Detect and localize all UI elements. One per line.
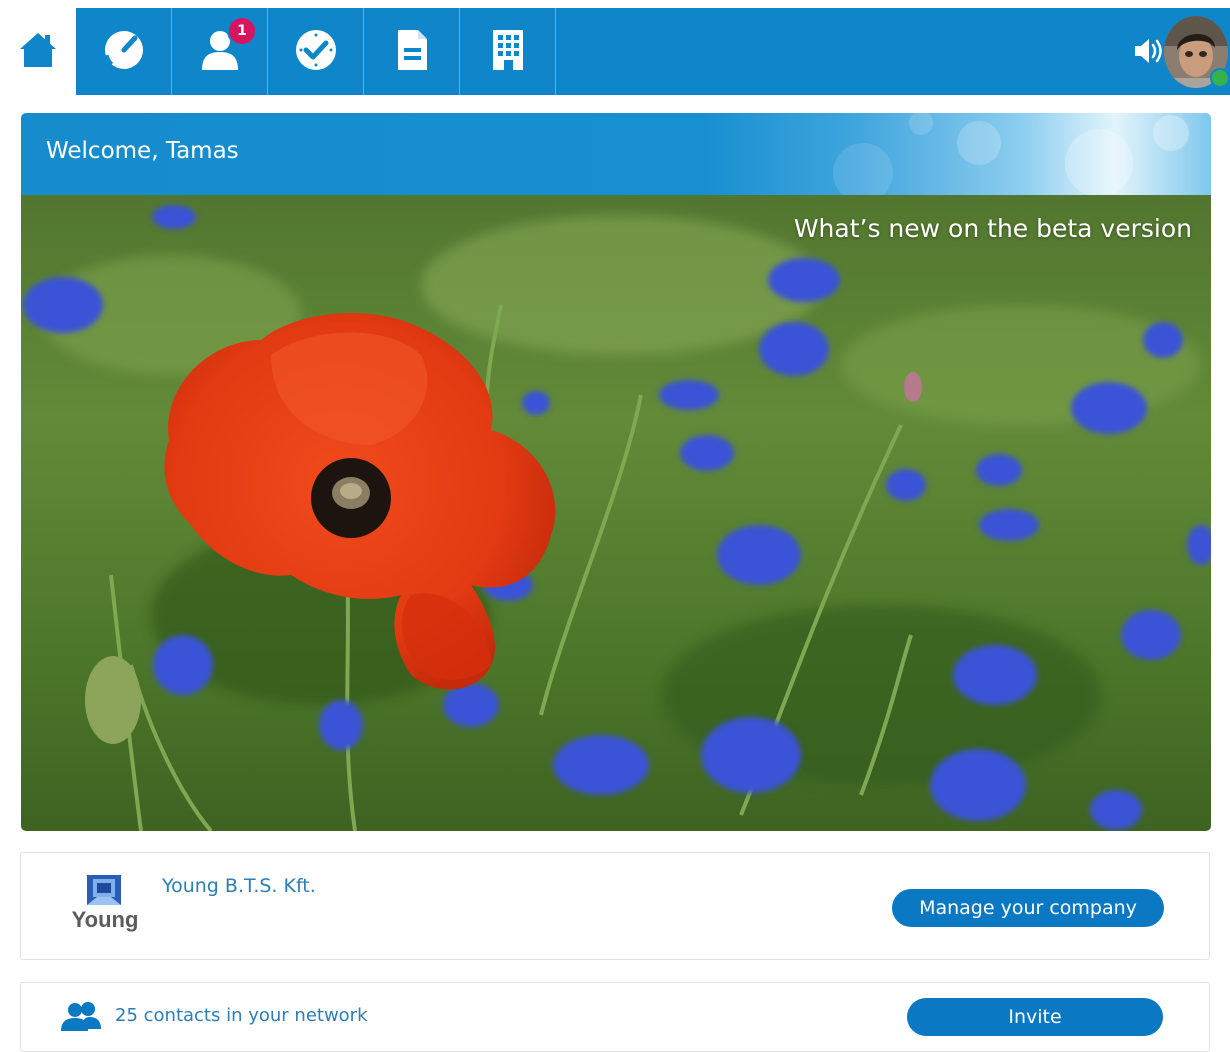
clock-check-icon	[294, 28, 338, 76]
nav-tasks-tab[interactable]	[268, 8, 364, 95]
company-emblem-icon	[87, 875, 121, 905]
welcome-banner: Welcome, Tamas What’s new on the beta ve…	[21, 113, 1211, 831]
contacts-count-link[interactable]: 25 contacts in your network	[115, 1005, 368, 1026]
online-status-indicator	[1210, 68, 1230, 88]
company-name-link[interactable]: Young B.T.S. Kft.	[162, 875, 316, 897]
building-icon	[490, 28, 526, 76]
banner-header: Welcome, Tamas	[21, 113, 1211, 195]
poppy-field-illustration	[21, 195, 1211, 831]
gauge-icon	[102, 28, 146, 76]
whats-new-link[interactable]: What’s new on the beta version	[794, 214, 1192, 243]
poppy-field-image[interactable]	[21, 195, 1211, 831]
home-icon	[17, 29, 59, 75]
contacts-icon	[61, 1001, 101, 1033]
manage-company-button[interactable]: Manage your company	[892, 889, 1164, 927]
nav-strip: 1	[76, 8, 1230, 95]
company-card: Young Young B.T.S. Kft. Manage your comp…	[20, 852, 1210, 960]
welcome-message: Welcome, Tamas	[46, 138, 239, 164]
company-logo[interactable]: Young	[67, 873, 143, 941]
nav-company-tab[interactable]	[460, 8, 556, 95]
document-icon	[394, 28, 430, 76]
network-card: 25 contacts in your network Invite	[20, 982, 1210, 1052]
company-logo-text: Young	[71, 907, 139, 932]
nav-documents-tab[interactable]	[364, 8, 460, 95]
top-navigation: 1	[0, 8, 1230, 95]
nav-dashboard-tab[interactable]	[76, 8, 172, 95]
speaker-icon	[1132, 39, 1166, 70]
nav-contacts-tab[interactable]: 1	[172, 8, 268, 95]
invite-button[interactable]: Invite	[907, 998, 1163, 1036]
notification-badge: 1	[227, 16, 257, 46]
sound-toggle[interactable]	[1132, 36, 1166, 66]
nav-home-tab[interactable]	[0, 8, 76, 95]
